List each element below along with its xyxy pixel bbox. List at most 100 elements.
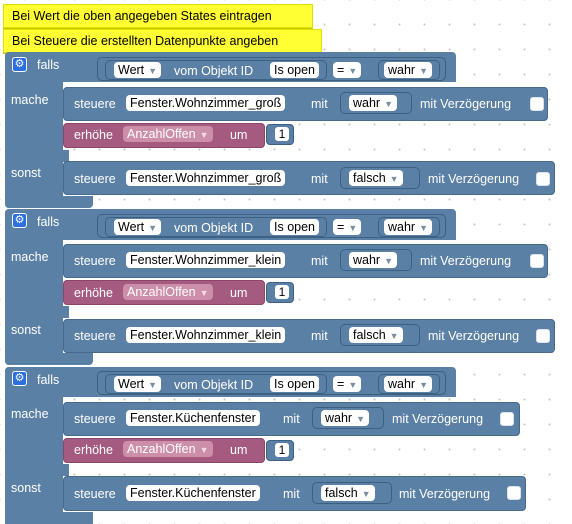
comment-text: Bei Wert die oben angegeben States eintr… <box>12 9 272 23</box>
object-id-field[interactable]: Is open <box>270 376 320 392</box>
variable-dropdown[interactable]: AnzahlOffen ▼ <box>123 126 213 142</box>
sonst-label: sonst <box>11 481 41 495</box>
if-rail <box>5 209 63 365</box>
if-else-bar <box>5 464 69 476</box>
sonst-label: sonst <box>11 323 41 337</box>
target-field[interactable]: Fenster.Wohnzimmer_groß <box>126 170 286 186</box>
um-label: um <box>230 128 248 142</box>
mit-label: mit <box>311 329 328 343</box>
object-id-field[interactable]: Is open <box>270 62 320 78</box>
falls-label: falls <box>37 215 60 229</box>
um-label: um <box>230 443 248 457</box>
comment-text: Bei Steuere die erstellten Datenpunkte a… <box>12 34 279 48</box>
delay-checkbox[interactable] <box>530 254 544 268</box>
falls-label: falls <box>37 58 60 72</box>
falls-label: falls <box>37 373 60 387</box>
bool-dropdown[interactable]: wahr ▼ <box>384 376 433 392</box>
number-field[interactable]: 1 <box>275 285 289 299</box>
erhoehe-label: erhöhe <box>74 128 113 142</box>
dropdown-arrow-icon: ▼ <box>419 223 429 233</box>
number-field[interactable]: 1 <box>275 127 289 141</box>
delay-checkbox[interactable] <box>530 97 544 111</box>
operator-dropdown[interactable]: = ▼ <box>333 62 362 78</box>
steuere-label: steuere <box>74 172 116 186</box>
steuere-label: steuere <box>74 329 116 343</box>
dropdown-arrow-icon: ▼ <box>148 66 158 76</box>
vom-objekt-label: vom Objekt ID <box>174 221 254 235</box>
target-field[interactable]: Fenster.Wohnzimmer_klein <box>126 252 286 268</box>
mache-label: mache <box>11 93 49 107</box>
mit-label: mit <box>283 412 300 426</box>
mit-label: mit <box>311 172 328 186</box>
steuere-label: steuere <box>74 97 116 111</box>
mit-label: mit <box>283 487 300 501</box>
dropdown-arrow-icon: ▼ <box>148 380 158 390</box>
mit-label: mit <box>311 254 328 268</box>
operator-dropdown[interactable]: = ▼ <box>333 376 362 392</box>
gear-icon[interactable]: ⚙ <box>12 371 27 386</box>
target-field[interactable]: Fenster.Wohnzimmer_klein <box>126 327 286 343</box>
operator-dropdown[interactable]: = ▼ <box>333 219 362 235</box>
bool-dropdown[interactable]: wahr ▼ <box>321 410 370 426</box>
dropdown-arrow-icon: ▼ <box>419 380 429 390</box>
dropdown-arrow-icon: ▼ <box>199 445 209 455</box>
if-rail <box>5 52 63 208</box>
dropdown-arrow-icon: ▼ <box>356 414 366 424</box>
variable-dropdown[interactable]: AnzahlOffen ▼ <box>123 441 213 457</box>
dropdown-arrow-icon: ▼ <box>348 223 358 233</box>
bool-dropdown[interactable]: falsch ▼ <box>349 170 403 186</box>
target-field[interactable]: Fenster.Wohnzimmer_groß <box>126 95 286 111</box>
steuere-label: steuere <box>74 412 116 426</box>
dropdown-arrow-icon: ▼ <box>419 66 429 76</box>
if-rail <box>5 367 63 524</box>
bool-dropdown[interactable]: falsch ▼ <box>321 485 375 501</box>
mache-label: mache <box>11 407 49 421</box>
property-dropdown[interactable]: Wert ▼ <box>114 219 162 235</box>
object-id-field[interactable]: Is open <box>270 219 320 235</box>
property-dropdown[interactable]: Wert ▼ <box>114 376 162 392</box>
comment-note-1[interactable]: Bei Wert die oben angegeben States eintr… <box>3 4 313 28</box>
dropdown-arrow-icon: ▼ <box>389 174 399 184</box>
if-else-bar <box>5 306 69 318</box>
delay-checkbox[interactable] <box>536 172 550 186</box>
um-label: um <box>230 286 248 300</box>
mit-verzoegerung-label: mit Verzögerung <box>399 487 491 501</box>
bool-dropdown[interactable]: wahr ▼ <box>384 62 433 78</box>
delay-checkbox[interactable] <box>536 329 550 343</box>
bool-dropdown[interactable]: wahr ▼ <box>349 252 398 268</box>
dropdown-arrow-icon: ▼ <box>384 99 394 109</box>
erhoehe-label: erhöhe <box>74 443 113 457</box>
dropdown-arrow-icon: ▼ <box>384 256 394 266</box>
mit-verzoegerung-label: mit Verzögerung <box>420 97 512 111</box>
property-dropdown[interactable]: Wert ▼ <box>114 62 162 78</box>
number-field[interactable]: 1 <box>275 443 289 457</box>
dropdown-arrow-icon: ▼ <box>361 489 371 499</box>
if-footer <box>5 353 93 365</box>
dropdown-arrow-icon: ▼ <box>199 288 209 298</box>
if-footer <box>5 196 93 208</box>
dropdown-arrow-icon: ▼ <box>348 380 358 390</box>
mit-verzoegerung-label: mit Verzögerung <box>420 254 512 268</box>
bool-dropdown[interactable]: wahr ▼ <box>384 219 433 235</box>
target-field[interactable]: Fenster.Küchenfenster <box>126 485 260 501</box>
erhoehe-label: erhöhe <box>74 286 113 300</box>
dropdown-arrow-icon: ▼ <box>199 130 209 140</box>
bool-dropdown[interactable]: wahr ▼ <box>349 95 398 111</box>
mit-verzoegerung-label: mit Verzögerung <box>428 172 520 186</box>
mit-verzoegerung-label: mit Verzögerung <box>392 412 484 426</box>
gear-icon[interactable]: ⚙ <box>12 57 27 72</box>
target-field[interactable]: Fenster.Küchenfenster <box>126 410 260 426</box>
dropdown-arrow-icon: ▼ <box>148 223 158 233</box>
mit-label: mit <box>311 97 328 111</box>
gear-icon[interactable]: ⚙ <box>12 213 27 228</box>
comment-note-2[interactable]: Bei Steuere die erstellten Datenpunkte a… <box>3 29 322 53</box>
if-footer <box>5 512 93 524</box>
if-else-bar <box>5 150 69 162</box>
variable-dropdown[interactable]: AnzahlOffen ▼ <box>123 284 213 300</box>
delay-checkbox[interactable] <box>507 486 521 500</box>
vom-objekt-label: vom Objekt ID <box>174 378 254 392</box>
sonst-label: sonst <box>11 166 41 180</box>
delay-checkbox[interactable] <box>500 412 514 426</box>
bool-dropdown[interactable]: falsch ▼ <box>349 327 403 343</box>
dropdown-arrow-icon: ▼ <box>389 331 399 341</box>
